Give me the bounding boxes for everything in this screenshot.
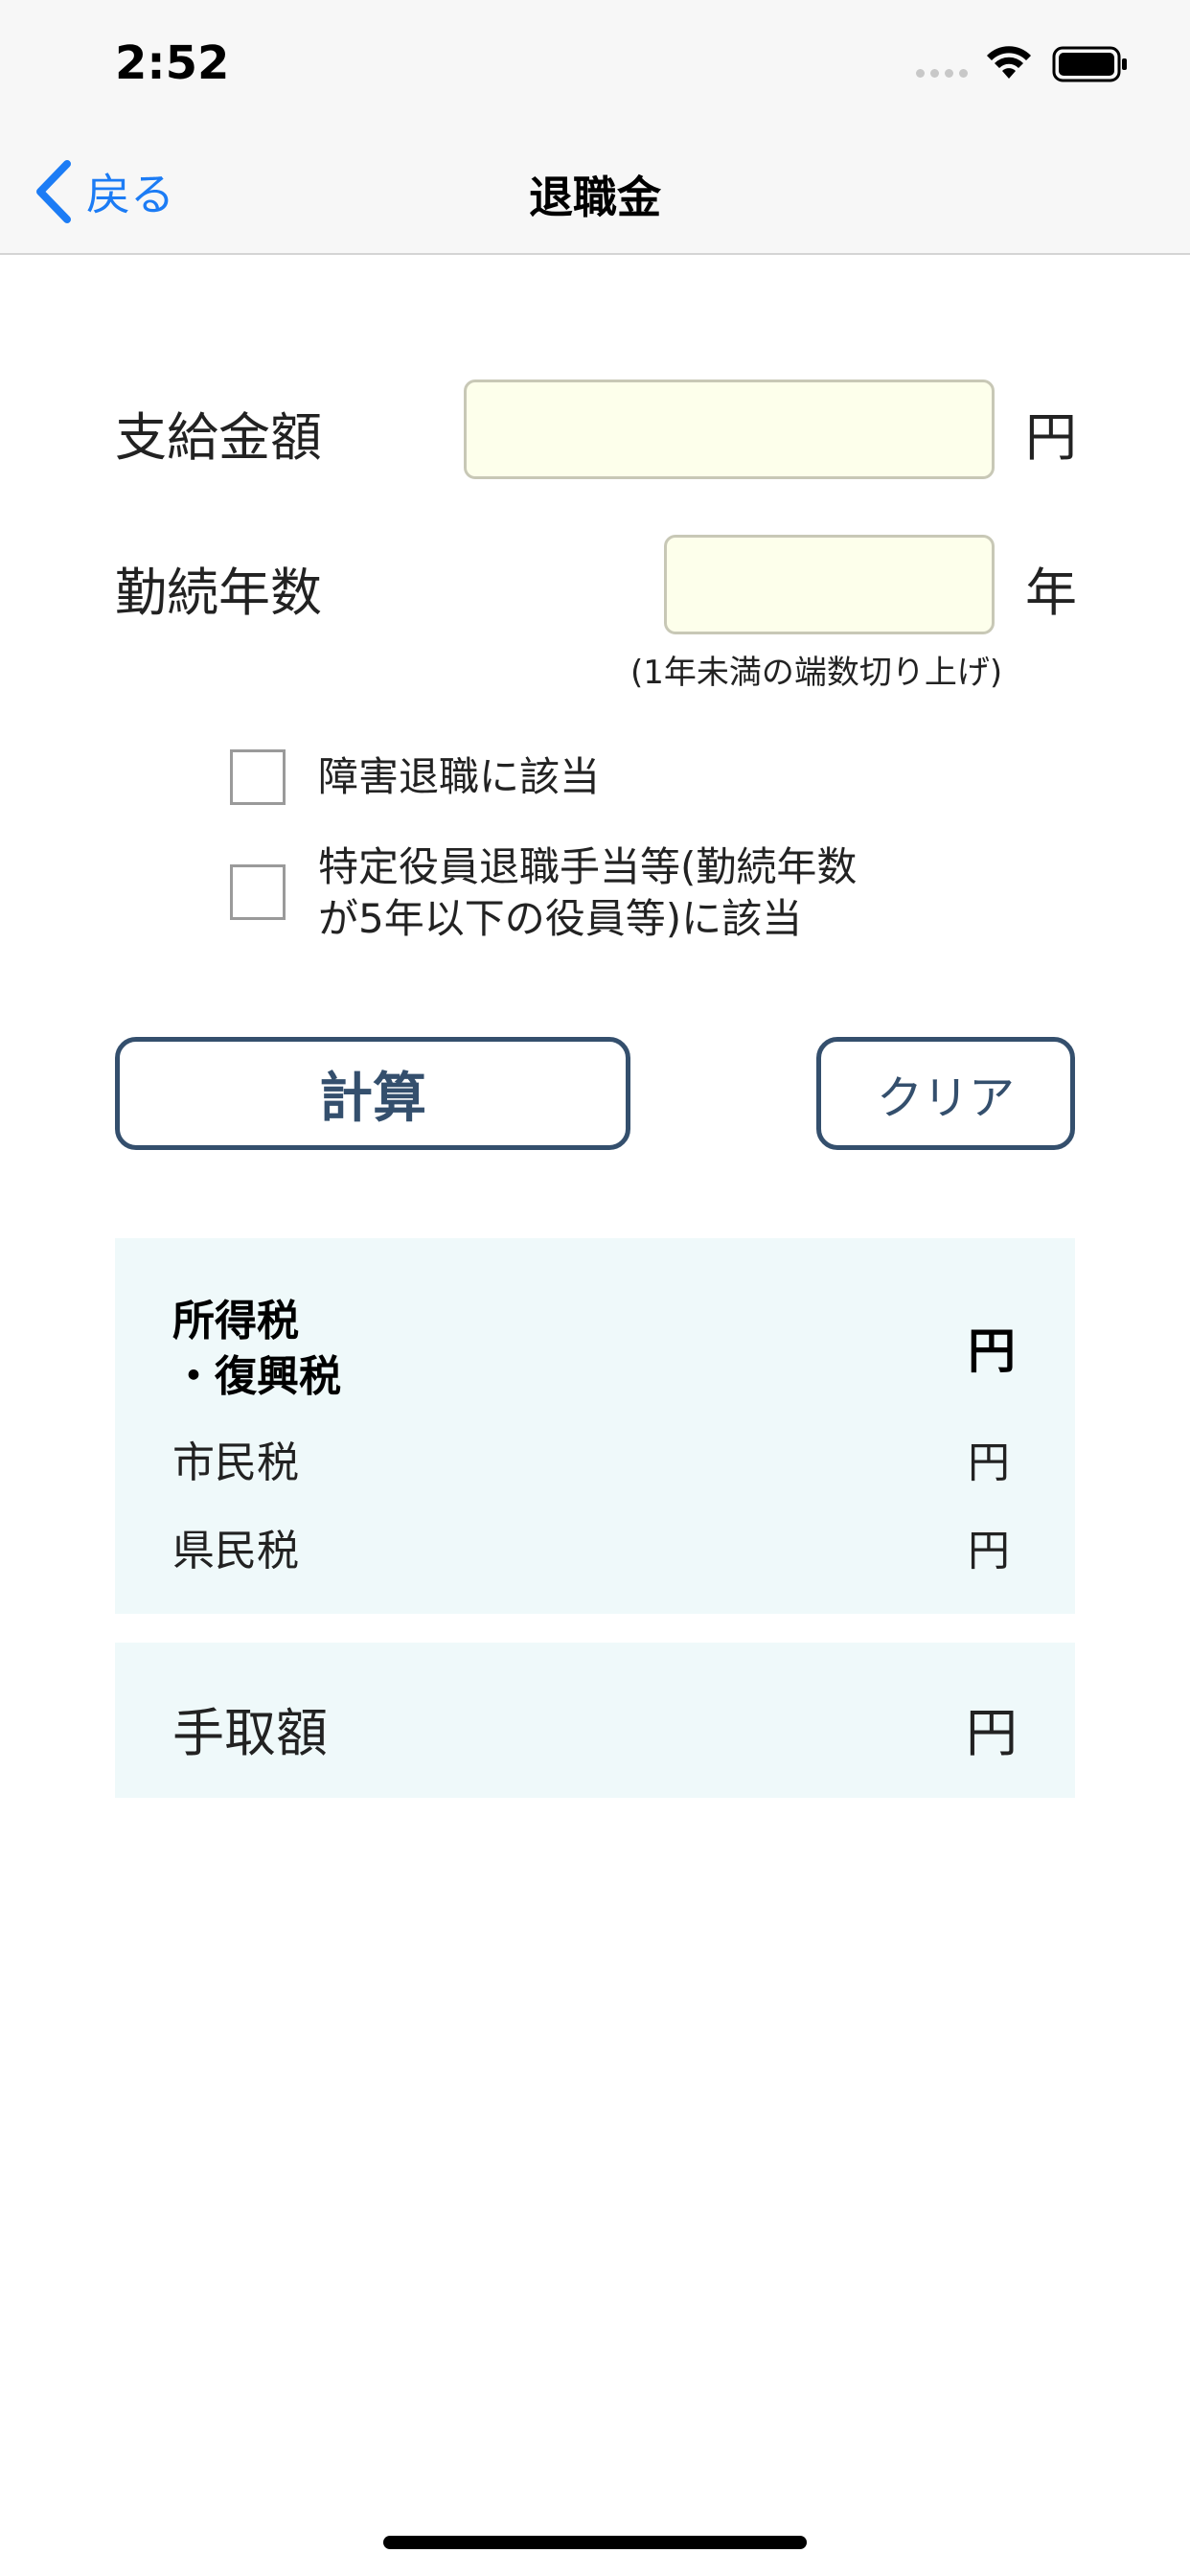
net-amount-unit: 円 (966, 1703, 1018, 1763)
status-bar: 2:52 (0, 0, 1190, 134)
income-tax-label-line2: ・復興税 (172, 1352, 341, 1401)
clear-button[interactable]: クリア (816, 1037, 1075, 1150)
years-of-service-input[interactable] (664, 535, 995, 634)
specified-officer-label-line1: 特定役員退職手当等(勤続年数 (318, 843, 858, 890)
city-tax-unit: 円 (968, 1438, 1010, 1487)
income-tax-label-line1: 所得税 (172, 1297, 299, 1346)
years-unit: 年 (1025, 563, 1077, 623)
payment-amount-input[interactable] (464, 380, 995, 479)
income-tax-unit: 円 (968, 1323, 1016, 1379)
calculate-button[interactable]: 計算 (115, 1037, 630, 1150)
payment-unit: 円 (1025, 407, 1077, 468)
years-rounding-note: (1年未満の端数切り上げ) (630, 654, 1003, 692)
page-title: 退職金 (529, 172, 661, 223)
payment-label: 支給金額 (115, 407, 322, 468)
years-label: 勤続年数 (115, 563, 322, 623)
status-time: 2:52 (115, 36, 230, 90)
specified-officer-checkbox[interactable] (230, 864, 286, 920)
disability-retirement-label: 障害退職に該当 (318, 753, 601, 800)
prefecture-tax-unit: 円 (968, 1527, 1010, 1576)
navigation-bar: 戻る 退職金 (0, 134, 1190, 255)
net-amount-label: 手取額 (172, 1703, 328, 1763)
battery-icon (1052, 46, 1127, 82)
disability-retirement-checkbox[interactable] (230, 749, 286, 805)
home-indicator[interactable] (383, 2536, 807, 2549)
city-tax-label: 市民税 (172, 1438, 299, 1487)
specified-officer-label-line2: が5年以下の役員等)に該当 (318, 895, 803, 942)
cellular-signal-icon (916, 69, 968, 78)
prefecture-tax-label: 県民税 (172, 1527, 299, 1576)
wifi-icon (987, 46, 1031, 79)
